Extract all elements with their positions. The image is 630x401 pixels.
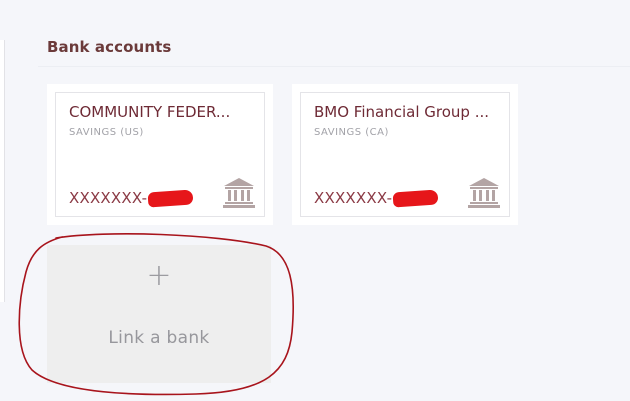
account-type: SAVINGS (US) bbox=[69, 127, 144, 138]
redaction-mark bbox=[147, 189, 194, 208]
link-bank-button[interactable]: + Link a bank bbox=[47, 245, 271, 383]
bank-name: BMO Financial Group ... bbox=[314, 103, 489, 121]
account-type: SAVINGS (CA) bbox=[314, 127, 389, 138]
bank-account-tile: BMO Financial Group ... SAVINGS (CA) XXX… bbox=[292, 84, 518, 225]
redaction-mark bbox=[392, 189, 439, 208]
left-panel-edge bbox=[0, 40, 5, 302]
account-number: XXXXXXX- bbox=[314, 189, 393, 207]
account-number: XXXXXXX- bbox=[69, 189, 148, 207]
bank-building-icon bbox=[468, 178, 500, 208]
link-bank-label: Link a bank bbox=[108, 328, 210, 348]
bank-account-tile: COMMUNITY FEDER... SAVINGS (US) XXXXXXX- bbox=[47, 84, 273, 225]
bank-name: COMMUNITY FEDER... bbox=[69, 103, 231, 121]
bank-account-card[interactable]: COMMUNITY FEDER... SAVINGS (US) XXXXXXX- bbox=[55, 92, 265, 217]
divider bbox=[38, 66, 630, 67]
section-title: Bank accounts bbox=[47, 38, 172, 56]
bank-building-icon bbox=[223, 178, 255, 208]
bank-account-card[interactable]: BMO Financial Group ... SAVINGS (CA) XXX… bbox=[300, 92, 510, 217]
plus-icon: + bbox=[146, 258, 172, 293]
